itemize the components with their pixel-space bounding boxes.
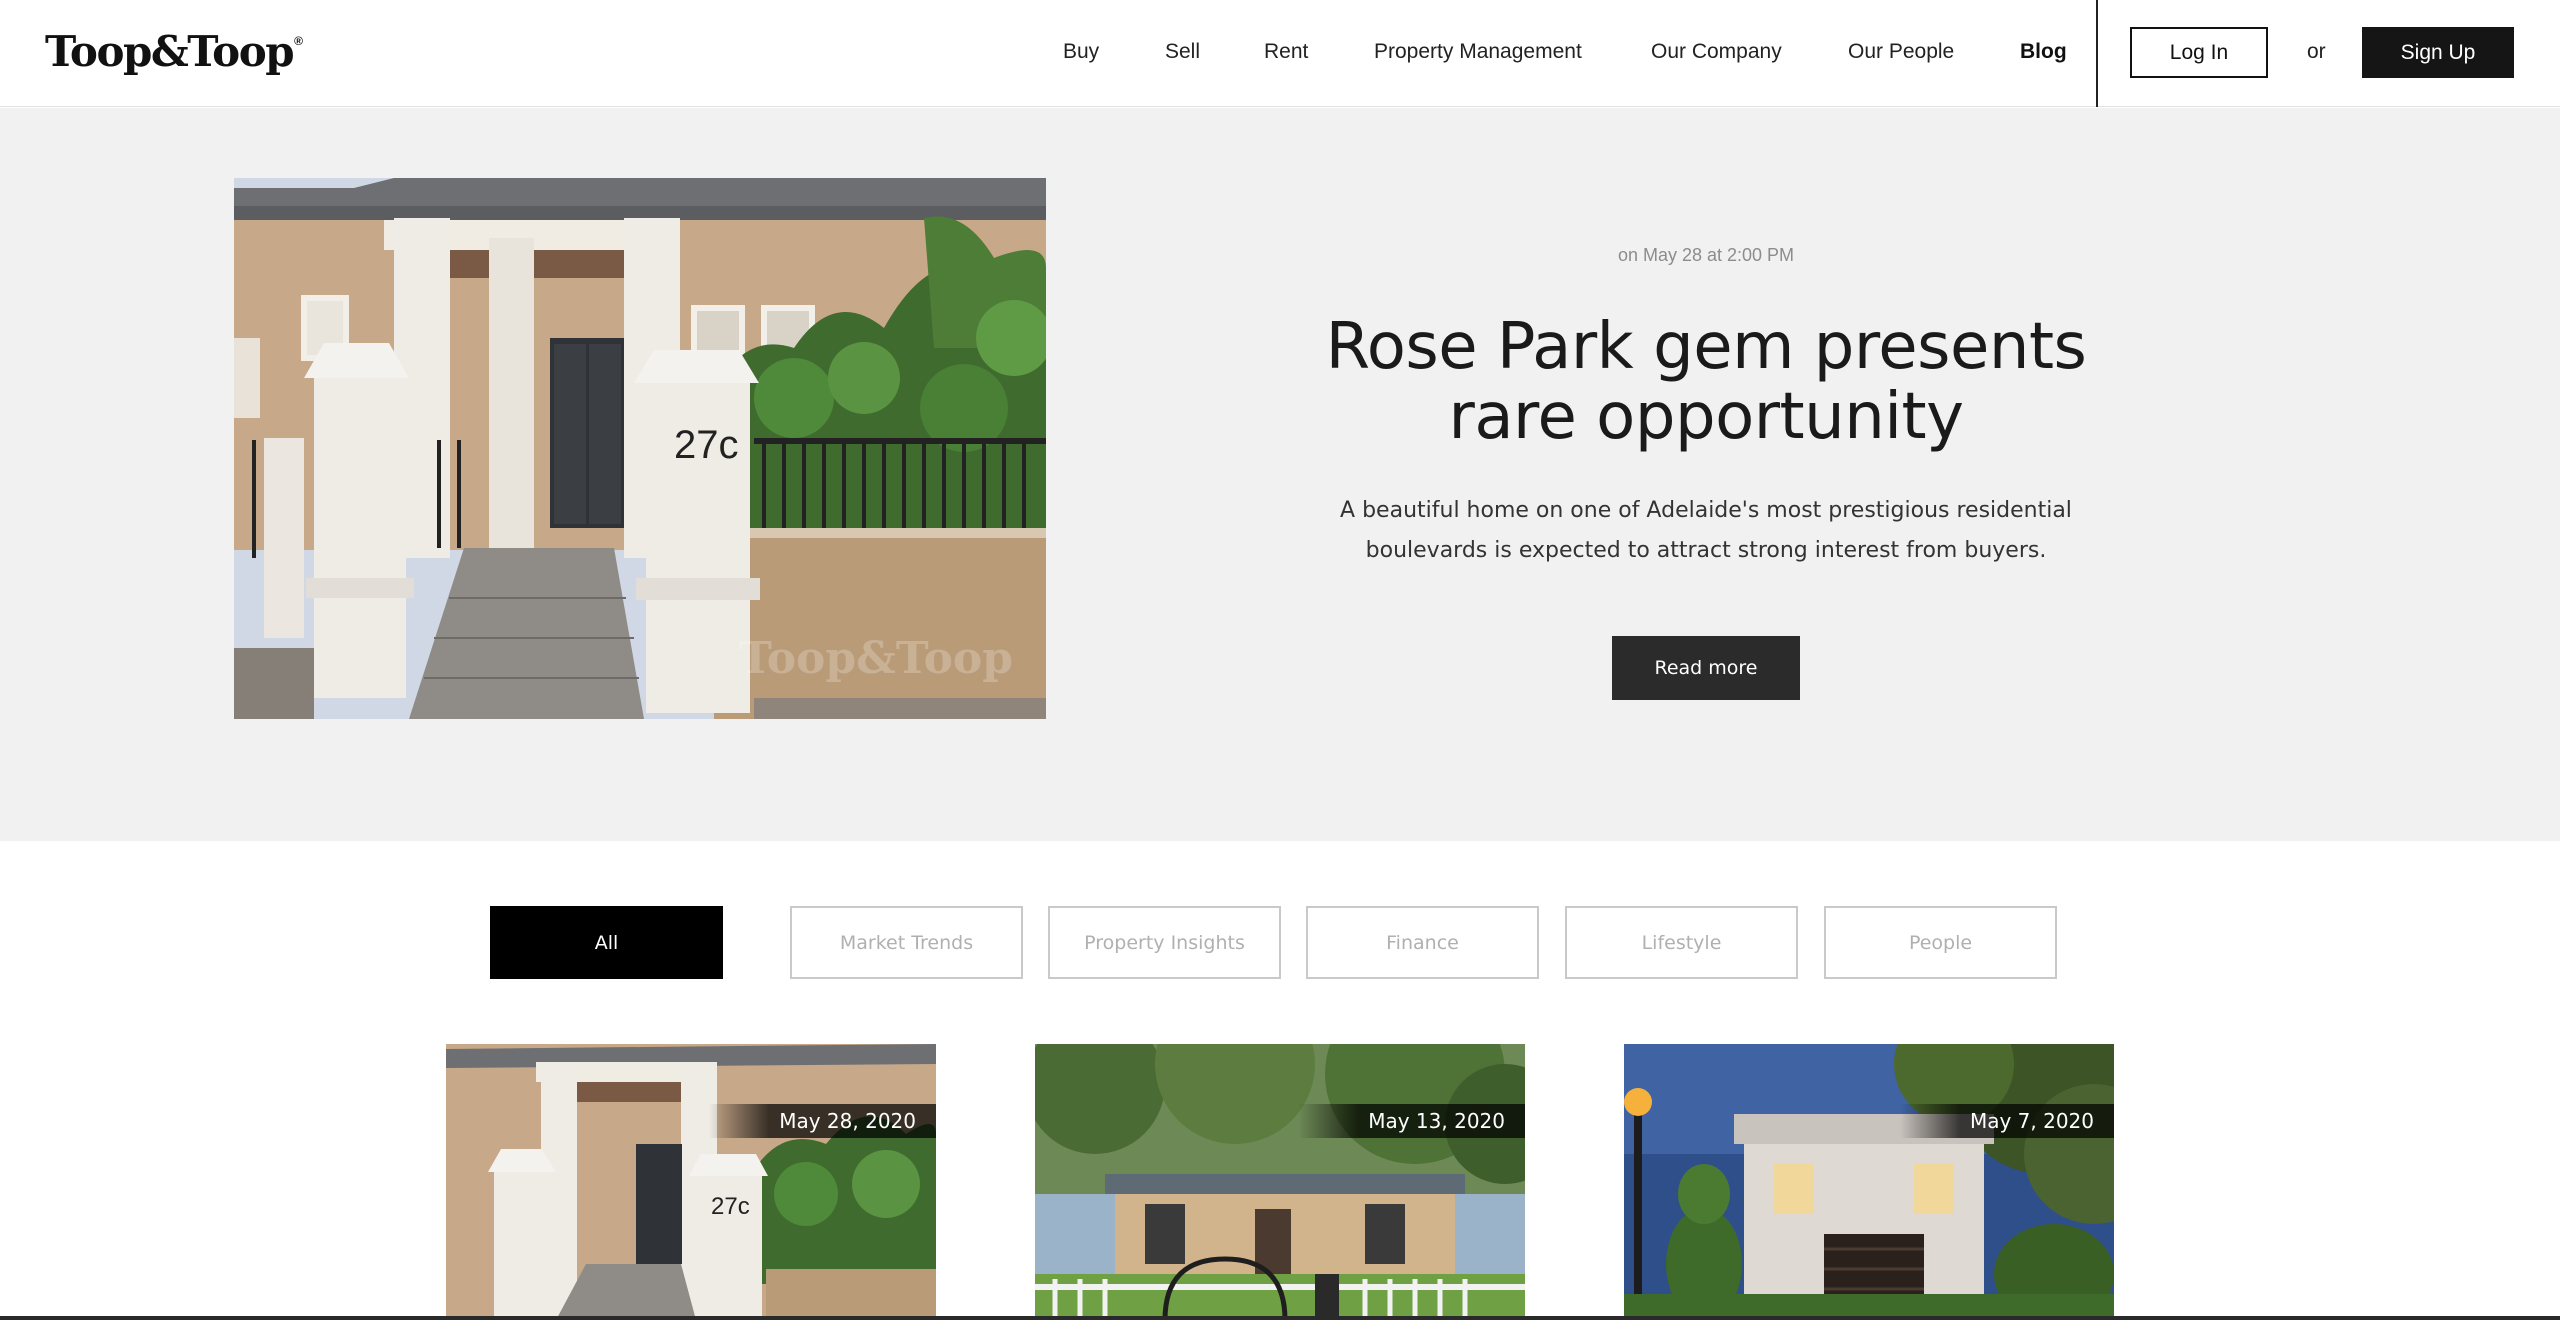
featured-post-title[interactable]: Rose Park gem presents rare opportunity	[1290, 312, 2122, 452]
login-button[interactable]: Log In	[2130, 27, 2268, 78]
filter-market-trends[interactable]: Market Trends	[790, 906, 1023, 979]
nav-our-company[interactable]: Our Company	[1651, 38, 1782, 66]
photo-watermark: Toop&Toop	[739, 633, 1013, 684]
post-card[interactable]: 27c May 28, 2020	[446, 1044, 936, 1320]
nav-sell[interactable]: Sell	[1165, 38, 1200, 66]
logo-text: Toop&Toop	[45, 27, 295, 76]
filter-property-insights[interactable]: Property Insights	[1048, 906, 1281, 979]
featured-post-excerpt: A beautiful home on one of Adelaide's mo…	[1340, 498, 2072, 563]
featured-post-image[interactable]: 27c Toop&Toop	[234, 178, 1046, 719]
nav-property-management[interactable]: Property Management	[1374, 38, 1582, 66]
filter-people[interactable]: People	[1824, 906, 2057, 979]
post-card[interactable]: May 13, 2020	[1035, 1044, 1525, 1320]
post-card-image	[1624, 1044, 2114, 1320]
nav-divider	[2096, 0, 2098, 107]
house-photo: 27c Toop&Toop	[234, 178, 1046, 719]
post-card-image: 27c	[446, 1044, 936, 1320]
nav-blog[interactable]: Blog	[2020, 38, 2067, 66]
post-card-date: May 7, 2020	[1899, 1104, 2114, 1138]
filter-finance[interactable]: Finance	[1306, 906, 1539, 979]
logo[interactable]: Toop&Toop ®	[45, 28, 303, 76]
featured-post-date: on May 28 at 2:00 PM	[1617, 245, 1795, 265]
nav-our-people[interactable]: Our People	[1848, 38, 1954, 66]
signup-button[interactable]: Sign Up	[2362, 27, 2514, 78]
nav-buy[interactable]: Buy	[1063, 38, 1099, 66]
or-separator: or	[2307, 40, 2326, 63]
post-card-date: May 28, 2020	[709, 1104, 936, 1138]
featured-post: 27c Toop&Toop on May 28 at 2:00 PM Rose …	[0, 108, 2560, 841]
filter-all[interactable]: All	[490, 906, 723, 979]
post-card-image	[1035, 1044, 1525, 1320]
house-number: 27c	[674, 423, 739, 467]
filter-lifestyle[interactable]: Lifestyle	[1565, 906, 1798, 979]
nav-rent[interactable]: Rent	[1264, 38, 1308, 66]
site-header: Toop&Toop ® Buy Sell Rent Property Manag…	[0, 0, 2560, 107]
post-card-date: May 13, 2020	[1298, 1104, 1525, 1138]
read-more-button[interactable]: Read more	[1612, 636, 1800, 700]
logo-registered-mark: ®	[294, 34, 303, 48]
card-house-number: 27c	[711, 1193, 750, 1220]
post-card[interactable]: May 7, 2020	[1624, 1044, 2114, 1320]
window-bottom-edge	[0, 1316, 2560, 1320]
